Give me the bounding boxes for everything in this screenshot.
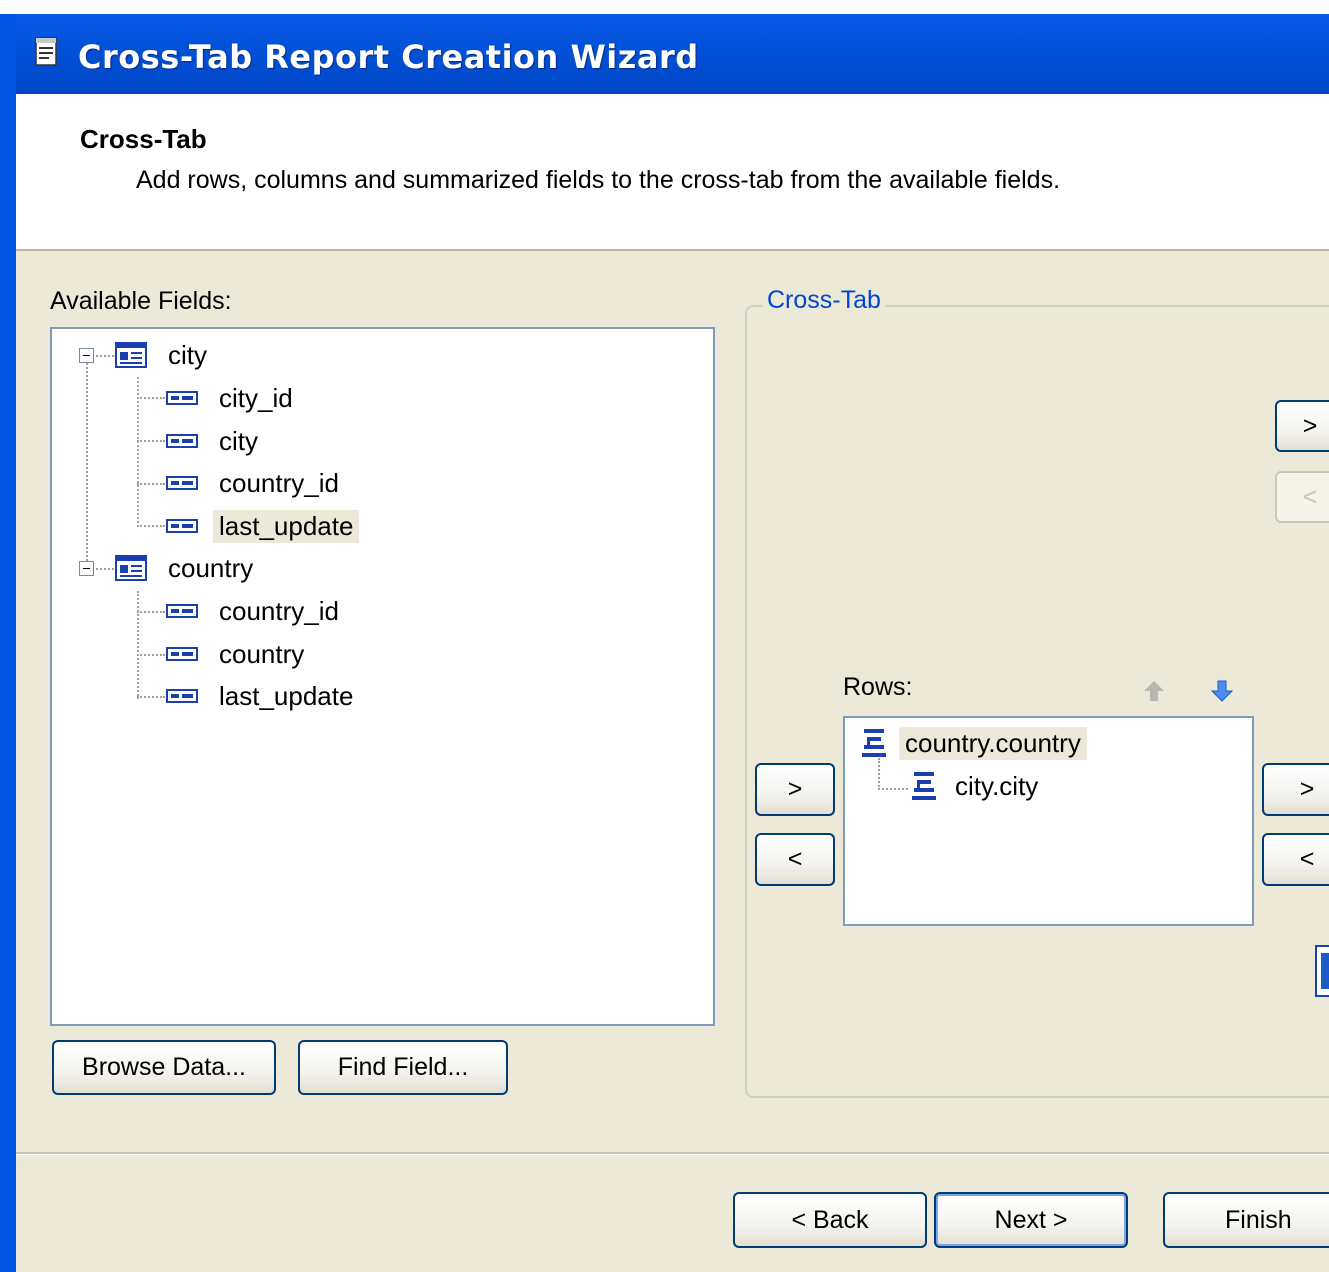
row-name: city.city [955,770,1039,801]
browse-data-button[interactable]: Browse Data... [52,1040,276,1095]
available-fields-tree[interactable]: city city_id city country_id last_update… [50,327,715,1026]
field-name: city [219,425,258,456]
page-description: Add rows, columns and summarized fields … [136,166,1061,194]
collapse-icon[interactable] [79,561,94,576]
field-name: last_update [219,680,354,711]
tree-table-country[interactable]: country [114,551,259,585]
tree-line [137,654,165,656]
move-up-icon[interactable] [1141,678,1167,704]
rows-list[interactable]: country.country city.city [843,716,1254,926]
field-name: city_id [219,382,293,413]
collapse-icon[interactable] [79,348,94,363]
field-icon [166,519,198,533]
row-item[interactable]: city.city [909,769,1044,803]
tree-line [92,568,114,570]
tree-line [137,611,165,613]
finish-button[interactable]: Finish [1163,1192,1329,1248]
footer-separator [16,1152,1329,1155]
field-name: last_update [213,509,360,543]
report-icon [35,37,57,66]
tree-line [137,591,139,699]
field-icon [166,604,198,618]
add-row-button[interactable]: > [755,763,835,816]
field-icon [166,689,198,703]
field-icon [166,391,198,405]
summary-icon [1321,953,1329,989]
tree-line [137,696,165,698]
tree-line [137,377,139,527]
page-title: Cross-Tab [80,124,207,154]
tree-field[interactable]: city_id [165,381,299,415]
window-title: Cross-Tab Report Creation Wizard [78,38,699,76]
tree-line [86,363,88,569]
wizard-window: Cross-Tab Report Creation Wizard Cross-T… [0,0,1329,1272]
group-icon [912,772,936,800]
back-button[interactable]: < Back [733,1192,927,1248]
table-name: city [168,339,207,370]
tree-field[interactable]: last_update [165,679,359,713]
field-name: country_id [219,595,339,626]
tree-line [878,758,880,790]
window-border [0,14,16,1272]
field-icon [166,434,198,448]
tree-table-city[interactable]: city [114,338,213,372]
add-summary-button[interactable]: > [1262,763,1329,816]
field-name: country_id [219,467,339,498]
row-item[interactable]: country.country [859,726,1087,760]
field-icon [166,476,198,490]
table-icon [115,342,147,368]
tree-line [137,483,165,485]
group-icon [862,729,886,757]
summary-list-edge[interactable] [1315,945,1329,997]
tree-line [878,788,908,790]
table-icon [115,555,147,581]
field-name: country [219,638,305,669]
tree-line [137,525,165,527]
row-name: country.country [899,726,1087,760]
tree-field[interactable]: country [165,637,310,671]
tree-field[interactable]: country_id [165,594,345,628]
tree-field[interactable]: city [165,424,264,458]
rows-label: Rows: [843,673,913,701]
find-field-button[interactable]: Find Field... [298,1040,508,1095]
table-name: country [168,552,254,583]
add-column-button[interactable]: > [1275,400,1329,452]
tree-field[interactable]: country_id [165,466,345,500]
remove-summary-button[interactable]: < [1262,833,1329,886]
field-icon [166,647,198,661]
crosstab-group-label: Cross-Tab [763,286,885,315]
remove-column-button[interactable]: < [1275,471,1329,523]
tree-line [92,355,114,357]
crosstab-group [745,305,1329,1098]
available-fields-label: Available Fields: [50,287,232,315]
remove-row-button[interactable]: < [755,833,835,886]
tree-line [137,440,165,442]
tree-line [137,397,165,399]
tree-field-selected[interactable]: last_update [165,509,360,543]
move-down-icon[interactable] [1209,678,1235,704]
next-button[interactable]: Next > [934,1192,1128,1248]
